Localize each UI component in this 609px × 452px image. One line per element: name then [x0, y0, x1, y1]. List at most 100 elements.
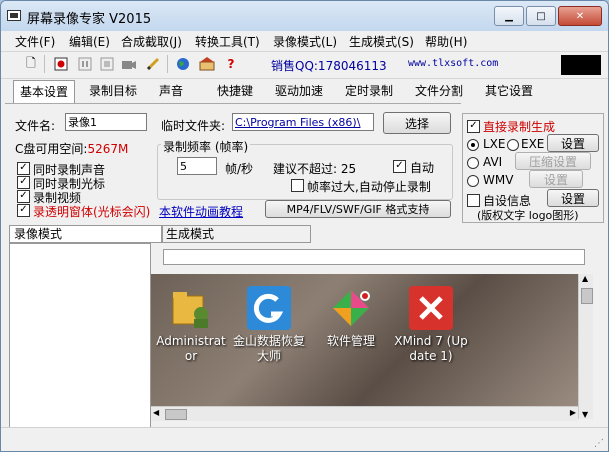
wmv-settings-button[interactable]: 设置 — [529, 170, 583, 188]
compress-settings-button[interactable]: 压缩设置 — [515, 152, 591, 170]
sales-qq: 销售QQ:178046113 — [271, 59, 387, 73]
help-icon[interactable]: ? — [223, 56, 239, 72]
record-audio-checkbox[interactable]: ✓ — [17, 162, 30, 175]
resize-grip-icon[interactable]: ⋰ — [594, 438, 604, 449]
preview-horizontal-scrollbar[interactable]: ◀ ▶ — [151, 406, 578, 421]
camera-icon[interactable] — [121, 56, 137, 72]
exe-label: EXE — [521, 137, 545, 151]
app-window: 屏幕录像专家 V2015 ▁ □ ✕ 文件(F) 编辑(E) 合成截取(J) 转… — [0, 0, 609, 452]
desktop-preview: Administrat or 金山数据恢复 大师 软件管理 XMind 7 (U… — [151, 274, 578, 406]
website-url[interactable]: www.tlxsoft.com — [408, 58, 498, 69]
recording-list[interactable] — [9, 243, 151, 428]
window-title: 屏幕录像专家 V2015 — [27, 12, 152, 27]
filename-label: 文件名: — [15, 119, 56, 133]
title-bar[interactable]: 屏幕录像专家 V2015 ▁ □ ✕ — [1, 1, 608, 31]
minimize-icon: ▁ — [505, 10, 513, 22]
scroll-down-icon[interactable]: ▼ — [582, 410, 588, 419]
close-icon: ✕ — [575, 10, 585, 22]
transparent-window-checkbox[interactable]: ✓ — [17, 204, 30, 217]
hscroll-thumb[interactable] — [165, 409, 187, 420]
custom-info-settings-button[interactable]: 设置 — [547, 189, 599, 207]
tempdir-label: 临时文件夹: — [161, 119, 226, 133]
transparent-window-label: 录透明窗体(光标会闪) — [33, 205, 151, 219]
maximize-button[interactable]: □ — [526, 6, 556, 26]
scroll-up-icon[interactable]: ▲ — [582, 274, 588, 283]
wmv-label: WMV — [483, 173, 514, 187]
menu-record-mode[interactable]: 录像模式(L) — [273, 33, 337, 50]
tab-basic[interactable]: 基本设置 — [13, 80, 76, 103]
tempdir-input[interactable]: C:\Program Files (x86)\ — [232, 113, 374, 131]
avi-label: AVI — [483, 155, 503, 169]
lxe-settings-button[interactable]: 设置 — [547, 134, 599, 152]
folder-user-icon — [169, 286, 213, 330]
desktop-icon-administrator[interactable]: Administrat or — [153, 286, 229, 364]
tab-generate-mode[interactable]: 生成模式 — [161, 225, 311, 243]
maximize-icon: □ — [536, 10, 546, 22]
desktop-icon-label: XMind 7 (Up date 1) — [394, 334, 468, 363]
fps-input[interactable]: 5 — [177, 157, 217, 175]
menu-generate-mode[interactable]: 生成模式(S) — [349, 33, 414, 50]
basic-settings-panel: 文件名: 录像1 临时文件夹: C:\Program Files (x86)\ … — [5, 103, 461, 222]
anim-tutorial-link[interactable]: 本软件动画教程 — [159, 203, 243, 220]
auto-stop-label: 帧率过大,自动停止录制 — [307, 180, 431, 194]
browse-button[interactable]: 选择 — [383, 112, 451, 134]
direct-generate-label: 直接录制生成 — [483, 120, 556, 134]
preview-status-field — [163, 249, 585, 265]
disk-space-label: C盘可用空间:5267M — [15, 140, 128, 157]
direct-generate-checkbox[interactable]: ✓ — [467, 120, 480, 133]
record-cursor-checkbox[interactable]: ✓ — [17, 176, 30, 189]
generate-panel: ✓ 直接录制生成 LXE EXE 设置 AVI 压缩设置 WMV 设置 自设信息… — [462, 113, 604, 223]
scroll-left-icon[interactable]: ◀ — [153, 408, 159, 417]
fps-suggest: 建议不超过: 25 — [273, 162, 357, 176]
tab-record-target[interactable]: 录制目标 — [83, 80, 143, 102]
settings-tabs: 基本设置 录制目标 声音 快捷键 驱动加速 定时录制 文件分割 其它设置 — [1, 80, 608, 103]
tab-record-mode[interactable]: 录像模式 — [9, 225, 163, 243]
minimize-button[interactable]: ▁ — [494, 6, 524, 26]
desktop-icon-xmind[interactable]: XMind 7 (Up date 1) — [393, 286, 469, 364]
lxe-radio[interactable] — [467, 139, 479, 151]
scroll-thumb[interactable] — [581, 288, 593, 304]
scroll-right-icon[interactable]: ▶ — [570, 408, 576, 417]
pencil-icon[interactable] — [145, 56, 161, 72]
tab-audio[interactable]: 声音 — [153, 80, 189, 102]
menu-compose[interactable]: 合成截取(J) — [121, 33, 182, 50]
pause-icon-2[interactable] — [99, 56, 115, 72]
tab-file-split[interactable]: 文件分割 — [409, 80, 469, 102]
record-icon[interactable] — [53, 56, 69, 72]
desktop-icon-label: 软件管理 — [326, 334, 375, 348]
format-support-button[interactable]: MP4/FLV/SWF/GIF 格式支持 — [265, 200, 451, 218]
tab-driver-accel[interactable]: 驱动加速 — [269, 80, 329, 102]
menu-convert[interactable]: 转换工具(T) — [195, 33, 260, 50]
exe-radio[interactable] — [507, 139, 519, 151]
xmind-icon — [409, 286, 453, 330]
shop-icon[interactable] — [199, 56, 215, 72]
custom-info-checkbox[interactable] — [467, 194, 480, 207]
desktop-icon-software-manager[interactable]: 软件管理 — [313, 286, 389, 349]
desktop-icon-recovery[interactable]: 金山数据恢复 大师 — [231, 286, 307, 364]
avi-radio[interactable] — [467, 157, 479, 169]
auto-fps-checkbox[interactable]: ✓ — [393, 160, 406, 173]
auto-stop-checkbox[interactable] — [291, 179, 304, 192]
menu-help[interactable]: 帮助(H) — [425, 33, 467, 50]
desktop-icon-label: 金山数据恢复 大师 — [232, 334, 305, 363]
menu-file[interactable]: 文件(F) — [15, 33, 55, 50]
fps-unit: 帧/秒 — [225, 162, 254, 176]
mode-tabs: 录像模式 生成模式 — [9, 225, 608, 243]
record-video-checkbox[interactable]: ✓ — [17, 190, 30, 203]
app-icon — [7, 10, 21, 21]
close-button[interactable]: ✕ — [558, 6, 602, 26]
status-bar: ⋰ — [1, 427, 608, 451]
wmv-radio[interactable] — [467, 175, 479, 187]
recovery-icon — [247, 286, 291, 330]
menu-edit[interactable]: 编辑(E) — [69, 33, 110, 50]
pause-icon[interactable] — [77, 56, 93, 72]
tab-other[interactable]: 其它设置 — [479, 80, 539, 102]
software-manager-icon — [329, 286, 373, 330]
copyright-label: (版权文字 logo图形) — [477, 209, 579, 222]
globe-icon[interactable] — [175, 56, 191, 72]
preview-vertical-scrollbar[interactable]: ▲ ▼ — [578, 274, 593, 419]
new-file-icon[interactable]: 🗋 — [23, 56, 39, 72]
tab-hotkeys[interactable]: 快捷键 — [211, 80, 259, 102]
filename-input[interactable]: 录像1 — [65, 113, 147, 131]
tab-scheduled[interactable]: 定时录制 — [339, 80, 399, 102]
